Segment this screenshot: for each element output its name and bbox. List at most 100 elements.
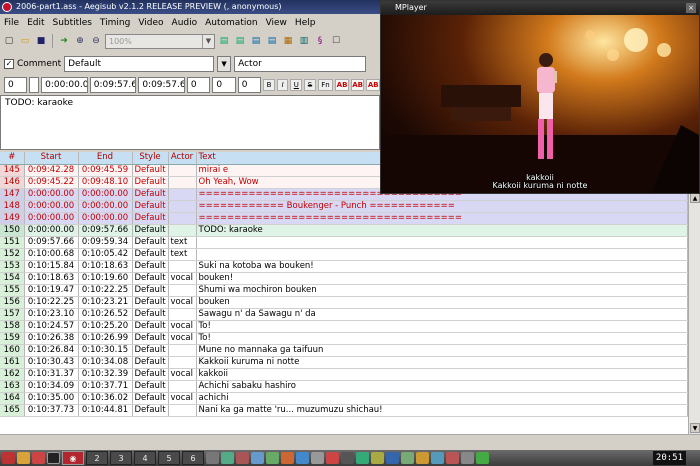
font-button[interactable]: Fn — [317, 79, 334, 91]
chevron-down-icon[interactable]: ▼ — [202, 34, 214, 48]
table-row[interactable]: 159 0:10:26.38 0:10:26.99 Default vocal To! — [0, 332, 688, 345]
table-row[interactable]: 154 0:10:18.63 0:10:19.60 Default vocal bouke… — [0, 272, 688, 285]
col-header-start[interactable]: Start — [24, 152, 79, 165]
home-icon[interactable] — [17, 452, 30, 464]
app-icon[interactable] — [221, 452, 234, 464]
chevron-down-icon[interactable]: ▼ — [217, 56, 232, 72]
table-row[interactable]: 153 0:10:15.84 0:10:18.63 Default Suki na ko… — [0, 260, 688, 273]
jump-to-icon[interactable]: ➜ — [57, 34, 71, 48]
comment-checkbox[interactable]: ✓ — [4, 59, 14, 69]
grid-horizontal-scrollbar[interactable] — [0, 434, 700, 450]
start-time-field[interactable]: 0:00:00.00 — [41, 77, 88, 93]
app-icon[interactable] — [32, 452, 45, 464]
table-row[interactable]: 155 0:10:19.47 0:10:22.25 Default Shumi wa m… — [0, 284, 688, 297]
app-icon[interactable] — [341, 452, 354, 464]
app-icon[interactable] — [386, 452, 399, 464]
table-row[interactable]: 150 0:00:00.00 0:09:57.66 Default TODO: kara… — [0, 224, 688, 237]
menu-edit[interactable]: Edit — [23, 18, 48, 28]
table-row[interactable]: 152 0:10:00.68 0:10:05.42 Default text — [0, 248, 688, 261]
scroll-up-icon[interactable]: ▲ — [690, 193, 700, 203]
italic-button[interactable]: I — [276, 79, 289, 91]
workspace-3[interactable]: 3 — [110, 451, 132, 465]
workspace-2[interactable]: 2 — [86, 451, 108, 465]
app-icon[interactable] — [251, 452, 264, 464]
secondary-color-button[interactable]: AB — [350, 79, 365, 91]
table-row[interactable]: 157 0:10:23.10 0:10:26.52 Default Sawagu n' … — [0, 308, 688, 321]
mplayer-titlebar[interactable]: MPlayer × — [381, 1, 699, 15]
margin-left-field[interactable]: 0 — [186, 77, 211, 93]
zoom-in-icon[interactable]: ⊕ — [73, 34, 87, 48]
app-icon[interactable] — [356, 452, 369, 464]
app-icon[interactable] — [281, 452, 294, 464]
workspace-1[interactable]: ◉ — [62, 451, 84, 465]
app-icon[interactable] — [476, 452, 489, 464]
menu-audio[interactable]: Audio — [168, 18, 202, 28]
video-frame[interactable]: kakkoii Kakkoii kuruma ni notte — [381, 15, 699, 193]
duration-field[interactable]: 0:09:57.66 — [138, 77, 185, 93]
table-row[interactable]: 149 0:00:00.00 0:00:00.00 Default ==========… — [0, 212, 688, 225]
app-icon[interactable] — [371, 452, 384, 464]
zoom-select[interactable]: 100% ▼ — [105, 33, 215, 49]
table-row[interactable]: 148 0:00:00.00 0:00:00.00 Default ==========… — [0, 200, 688, 213]
app-icon[interactable] — [311, 452, 324, 464]
menu-video[interactable]: Video — [134, 18, 167, 28]
strikeout-button[interactable]: S — [304, 79, 316, 91]
menu-view[interactable]: View — [262, 18, 291, 28]
new-file-icon[interactable]: ▢ — [2, 34, 16, 48]
snap-scene-icon[interactable]: ▤ — [249, 34, 263, 48]
app-icon[interactable] — [416, 452, 429, 464]
snap-end-icon[interactable]: ▤ — [233, 34, 247, 48]
app-icon[interactable] — [431, 452, 444, 464]
zoom-out-icon[interactable]: ⊖ — [89, 34, 103, 48]
table-row[interactable]: 156 0:10:22.25 0:10:23.21 Default vocal bouke… — [0, 296, 688, 309]
bold-button[interactable]: B — [263, 79, 275, 91]
margin-vertical-field[interactable]: 0 — [237, 77, 262, 93]
app-icon[interactable] — [401, 452, 414, 464]
spell-check-icon[interactable]: ☐ — [329, 34, 343, 48]
underline-button[interactable]: U — [290, 79, 303, 91]
menu-timing[interactable]: Timing — [96, 18, 134, 28]
app-icon[interactable] — [206, 452, 219, 464]
table-row[interactable]: 158 0:10:24.57 0:10:25.20 Default vocal To! — [0, 320, 688, 333]
app-icon[interactable] — [296, 452, 309, 464]
menu-subtitles[interactable]: Subtitles — [49, 18, 96, 28]
close-icon[interactable]: × — [686, 3, 696, 13]
styles-manager-icon[interactable]: ▦ — [281, 34, 295, 48]
col-header-actor[interactable]: Actor — [168, 152, 197, 165]
end-time-field[interactable]: 0:09:57.66 — [89, 77, 137, 93]
properties-icon[interactable]: ▥ — [297, 34, 311, 48]
workspace-4[interactable]: 4 — [134, 451, 156, 465]
col-header-end[interactable]: End — [78, 152, 133, 165]
automation-icon[interactable]: § — [313, 34, 327, 48]
snap-start-icon[interactable]: ▤ — [217, 34, 231, 48]
layer-spin[interactable] — [29, 77, 40, 93]
app-icon[interactable] — [2, 452, 15, 464]
app-icon[interactable] — [266, 452, 279, 464]
table-row[interactable]: 163 0:10:34.09 0:10:37.71 Default Achichi sa… — [0, 380, 688, 393]
scroll-down-icon[interactable]: ▼ — [690, 423, 700, 433]
outline-color-button[interactable]: AB — [366, 79, 380, 91]
workspace-5[interactable]: 5 — [158, 451, 180, 465]
menu-help[interactable]: Help — [291, 18, 320, 28]
subtitle-edit-box[interactable]: TODO: karaoke — [0, 95, 380, 150]
workspace-6[interactable]: 6 — [182, 451, 204, 465]
app-icon[interactable] — [326, 452, 339, 464]
style-select[interactable]: Default — [64, 56, 215, 72]
actor-field[interactable]: Actor — [234, 56, 367, 72]
grid-vertical-scrollbar[interactable]: ▲ ▼ — [688, 192, 700, 434]
layer-field[interactable]: 0 — [4, 77, 28, 93]
menu-automation[interactable]: Automation — [201, 18, 261, 28]
terminal-icon[interactable] — [47, 452, 60, 464]
app-icon[interactable] — [446, 452, 459, 464]
table-row[interactable]: 162 0:10:31.37 0:10:32.39 Default vocal kakko… — [0, 368, 688, 381]
save-file-icon[interactable]: ■ — [34, 34, 48, 48]
open-file-icon[interactable]: ▭ — [18, 34, 32, 48]
app-icon[interactable] — [236, 452, 249, 464]
col-header-num[interactable]: # — [0, 152, 25, 165]
col-header-style[interactable]: Style — [132, 152, 169, 165]
table-row[interactable]: 161 0:10:30.43 0:10:34.08 Default Kakkoii ku… — [0, 356, 688, 369]
aegisub-titlebar[interactable]: 2006-part1.ass - Aegisub v2.1.2 RELEASE … — [0, 0, 380, 14]
margin-right-field[interactable]: 0 — [212, 77, 236, 93]
primary-color-button[interactable]: AB — [335, 79, 349, 91]
app-icon[interactable] — [461, 452, 474, 464]
